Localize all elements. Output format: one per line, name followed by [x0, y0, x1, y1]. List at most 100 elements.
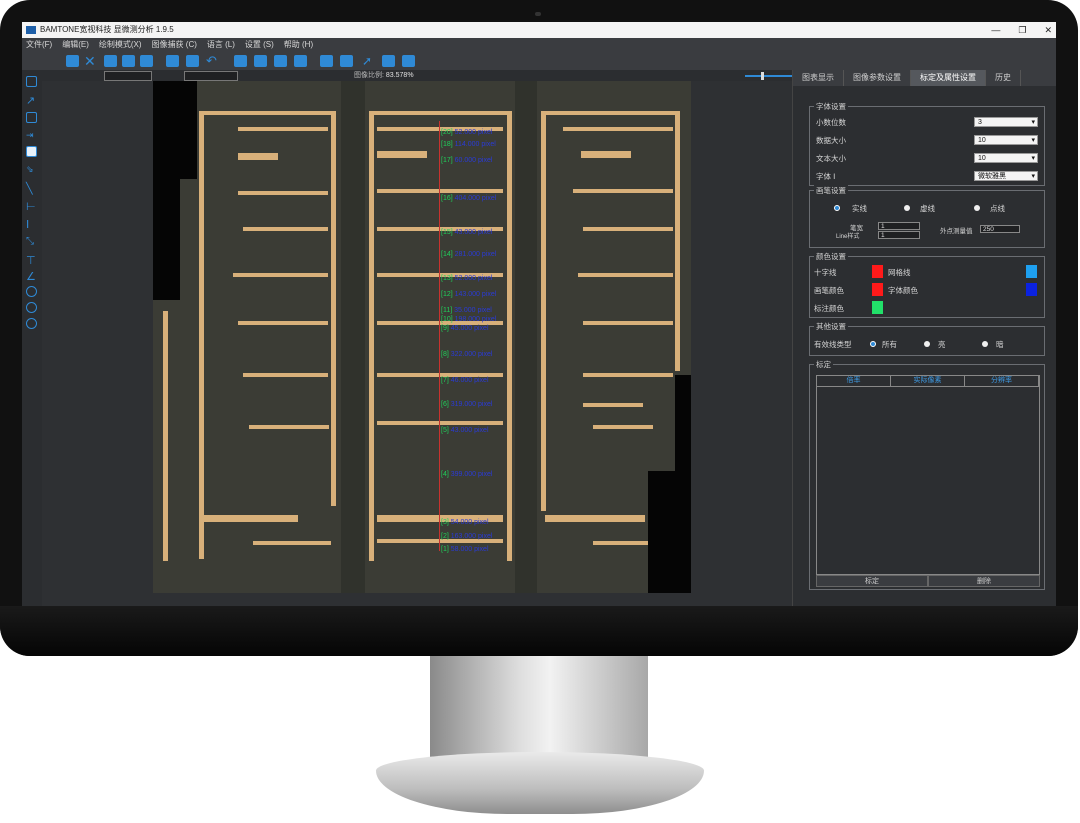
measurement-label[interactable]: [12] 143.000 pixel [441, 291, 496, 298]
minimize-button[interactable]: — [991, 22, 1000, 38]
grid-9-icon[interactable] [340, 55, 353, 67]
grid-small-icon[interactable] [254, 55, 267, 67]
measure-type-select[interactable] [104, 71, 152, 81]
measurement-label[interactable]: [5] 43.000 pixel [441, 427, 489, 434]
all-lines-radio[interactable] [870, 341, 876, 347]
select-tool-icon[interactable] [26, 76, 37, 87]
parallel-tool-icon[interactable]: ⤡ [26, 236, 37, 247]
pointer-icon[interactable]: ➚ [362, 55, 375, 67]
measurement-label[interactable]: [20] 52.000 pixel [441, 129, 492, 136]
tab-history[interactable]: 历史 [986, 70, 1021, 86]
measurement-label[interactable]: [18] 114.000 pixel [441, 141, 496, 148]
slider-thumb[interactable] [761, 72, 764, 80]
camera-icon[interactable] [234, 55, 247, 67]
line-tool-icon[interactable]: ╲ [26, 182, 37, 195]
measurement-label[interactable]: [9] 45.000 pixel [441, 325, 489, 332]
report-icon[interactable] [166, 55, 179, 67]
measurement-label[interactable]: [15] 43.000 pixel [441, 229, 492, 236]
measurement-label[interactable]: [1] 58.000 pixel [441, 546, 489, 553]
dotted-line-radio[interactable] [974, 205, 980, 211]
zoom-value[interactable]: 83.578% [386, 72, 414, 79]
column-resolution[interactable]: 分辨率 [965, 376, 1039, 386]
calibration-table[interactable] [816, 387, 1040, 575]
measurement-label[interactable]: [11] 35.000 pixel [441, 307, 492, 314]
measurement-label[interactable]: [6] 319.000 pixel [441, 401, 492, 408]
angle-tool-icon[interactable]: ∠ [26, 270, 37, 283]
outer-measure-input[interactable]: 250 [980, 225, 1020, 233]
pcb-trace [253, 541, 331, 545]
arrow-tool-icon[interactable]: ↗ [26, 94, 37, 107]
solid-line-label: 实线 [852, 204, 867, 213]
pen-color-swatch[interactable] [872, 283, 883, 296]
unit-select[interactable] [184, 71, 238, 81]
crosshair-color-swatch[interactable] [872, 265, 883, 278]
grid-4-icon[interactable] [320, 55, 333, 67]
menu-language[interactable]: 语言 (L) [207, 38, 235, 52]
vertical-dimension-icon[interactable]: Ⅰ [26, 218, 37, 231]
measure-tool-icon[interactable] [402, 55, 415, 67]
export-icon[interactable] [104, 55, 117, 67]
file-icon[interactable] [140, 55, 153, 67]
app-window: BAMTONE宽视科技 显微测分析 1.9.5 — ❐ ✕ 文件(F) 编辑(E… [22, 22, 1056, 606]
menu-file[interactable]: 文件(F) [26, 38, 52, 52]
data-size-select[interactable]: 10 [974, 135, 1038, 146]
measurement-label[interactable]: [4] 399.000 pixel [441, 471, 492, 478]
measurement-label[interactable]: [17] 60.000 pixel [441, 157, 492, 164]
delete-button[interactable]: 删除 [928, 575, 1040, 587]
angle-auto-tool-icon[interactable]: ⇘ [26, 164, 37, 175]
monitor-stand-neck [430, 656, 648, 764]
document-icon[interactable] [122, 55, 135, 67]
close-button[interactable]: ✕ [1044, 22, 1052, 38]
stack-icon[interactable] [294, 55, 307, 67]
auto-tool-icon[interactable]: ⇥ [26, 130, 37, 141]
font-select[interactable]: 微软雅黑 [974, 171, 1038, 182]
measurement-label[interactable]: [13] 52.000 pixel [441, 275, 492, 282]
measurement-label[interactable]: [3] 54.000 pixel [441, 519, 489, 526]
maximize-button[interactable]: ❐ [1018, 22, 1026, 38]
measurement-label[interactable]: [7] 46.000 pixel [441, 377, 489, 384]
line-style-input[interactable]: 1 [878, 231, 920, 239]
annotation-color-swatch[interactable] [872, 301, 883, 314]
slider-track[interactable] [745, 75, 793, 77]
dashed-line-radio[interactable] [904, 205, 910, 211]
decimal-places-select[interactable]: 3 [974, 117, 1038, 128]
measurement-label[interactable]: [16] 404.000 pixel [441, 195, 496, 202]
tab-chart[interactable]: 图表显示 [793, 70, 844, 86]
menu-help[interactable]: 帮助 (H) [284, 38, 313, 52]
lock-icon[interactable] [186, 55, 199, 67]
close-image-icon[interactable]: ✕ [84, 54, 97, 68]
grid-color-swatch[interactable] [1026, 265, 1037, 278]
circle-tool-icon[interactable] [26, 286, 37, 297]
image-canvas[interactable]: [20] 52.000 pixel [18] 114.000 pixel [17… [153, 81, 691, 593]
measurement-label[interactable]: [2] 163.000 pixel [441, 533, 492, 540]
auto-measure-tool-icon[interactable] [26, 146, 37, 157]
menu-settings[interactable]: 设置 (S) [245, 38, 274, 52]
solid-line-radio[interactable] [834, 205, 840, 211]
circle-diameter-tool-icon[interactable] [26, 318, 37, 329]
font-color-swatch[interactable] [1026, 283, 1037, 296]
select-region-icon[interactable] [382, 55, 395, 67]
measurement-label[interactable]: [10] 198.000 pixel [441, 316, 496, 323]
menu-image-capture[interactable]: 图像捕获 (C) [152, 38, 197, 52]
measurement-label[interactable]: [14] 281.000 pixel [441, 251, 496, 258]
bright-lines-radio[interactable] [924, 341, 930, 347]
layers-icon[interactable] [274, 55, 287, 67]
tab-calibration[interactable]: 标定及属性设置 [911, 70, 986, 86]
dark-lines-radio[interactable] [982, 341, 988, 347]
pen-width-input[interactable]: 1 [878, 222, 920, 230]
circle-center-tool-icon[interactable] [26, 302, 37, 313]
calibrate-button[interactable]: 标定 [816, 575, 928, 587]
perpendicular-tool-icon[interactable]: ⊤ [26, 254, 37, 267]
horizontal-dimension-icon[interactable]: ⊢ [26, 200, 37, 213]
text-size-select[interactable]: 10 [974, 153, 1038, 164]
measurement-line[interactable] [439, 121, 440, 551]
tab-image-params[interactable]: 图像参数设置 [844, 70, 911, 86]
menu-draw-mode[interactable]: 绘制模式(X) [99, 38, 142, 52]
lasso-tool-icon[interactable] [26, 112, 37, 123]
measurement-label[interactable]: [8] 322.000 pixel [441, 351, 492, 358]
column-magnification[interactable]: 倍率 [817, 376, 891, 386]
column-actual-pixels[interactable]: 实际像素 [891, 376, 965, 386]
save-icon[interactable] [66, 55, 79, 67]
menu-edit[interactable]: 编辑(E) [62, 38, 89, 52]
undo-icon[interactable]: ↶ [206, 54, 219, 67]
